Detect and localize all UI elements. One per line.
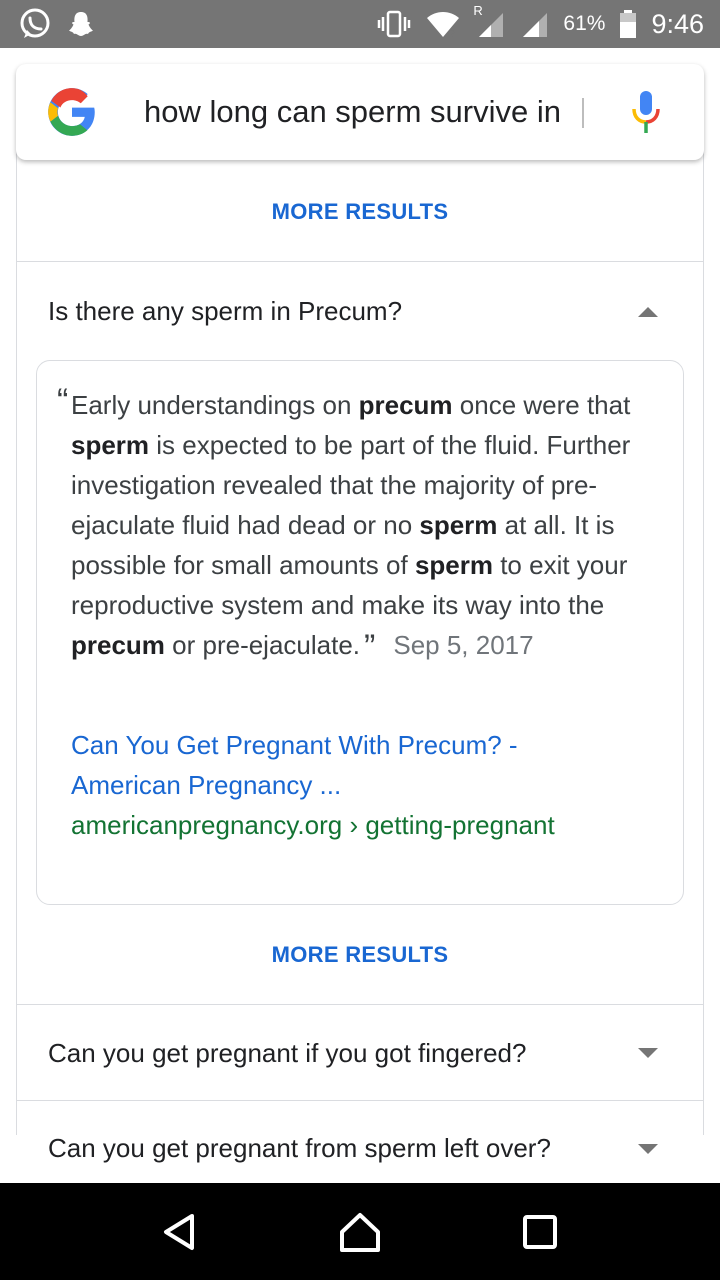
- answer-keyword: sperm: [419, 510, 498, 540]
- search-input[interactable]: how long can sperm survive in: [144, 94, 584, 130]
- battery-icon: [619, 9, 637, 39]
- open-quote: “: [57, 382, 69, 420]
- back-icon[interactable]: [150, 1202, 210, 1262]
- faq-question-text: Can you get pregnant from sperm left ove…: [48, 1133, 551, 1163]
- answer-text: or pre-ejaculate.: [164, 630, 361, 660]
- signal-icon: [519, 9, 549, 39]
- answer-date: Sep 5, 2017: [393, 630, 534, 660]
- signal-roaming-icon: R: [473, 3, 505, 39]
- more-results-button[interactable]: MORE RESULTS: [16, 905, 704, 1005]
- faq-question-text: Is there any sperm in Precum?: [48, 296, 403, 326]
- battery-percent: 61%: [563, 12, 606, 35]
- roaming-indicator: R: [473, 3, 483, 18]
- answer-body: Early understandings on precum once were…: [71, 390, 630, 660]
- answer-keyword: precum: [358, 390, 453, 420]
- answer-quote: “ Early understandings on precum once we…: [57, 382, 651, 667]
- collapse-arrow-icon[interactable]: [638, 306, 658, 317]
- answer-keyword: sperm: [71, 430, 150, 460]
- status-right-icons: ? R 61% 9:46: [377, 3, 704, 40]
- faq-question-text: Can you get pregnant if you got fingered…: [48, 1037, 527, 1068]
- whatsapp-icon: [18, 7, 52, 41]
- source-title-line1[interactable]: Can You Get Pregnant With Precum? -: [71, 725, 651, 765]
- search-bar[interactable]: how long can sperm survive in: [16, 64, 704, 160]
- expand-arrow-icon[interactable]: [638, 1048, 658, 1058]
- faq-question-collapsed[interactable]: Can you get pregnant if you got fingered…: [16, 1006, 704, 1101]
- more-results-button[interactable]: MORE RESULTS: [16, 162, 704, 262]
- source-url[interactable]: americanpregnancy.org › getting-pregnant: [71, 805, 651, 845]
- expand-arrow-icon[interactable]: [638, 1143, 658, 1154]
- status-bar: ? R 61% 9:46: [0, 0, 720, 48]
- clock: 9:46: [651, 8, 704, 39]
- source-title-line2[interactable]: American Pregnancy ...: [71, 765, 651, 805]
- source-link[interactable]: Can You Get Pregnant With Precum? - Amer…: [71, 725, 651, 805]
- faq-question-collapsed[interactable]: Can you get pregnant from sperm left ove…: [16, 1101, 704, 1196]
- status-left-icons: [18, 7, 96, 41]
- wifi-icon: ?: [425, 9, 461, 39]
- microphone-icon[interactable]: [630, 89, 662, 135]
- answer-text: Early understandings on: [71, 390, 359, 420]
- home-icon[interactable]: [330, 1202, 390, 1262]
- snapchat-icon: [66, 9, 96, 39]
- navigation-bar: [0, 1183, 720, 1280]
- answer-keyword: sperm: [414, 550, 493, 580]
- faq-question-expanded[interactable]: Is there any sperm in Precum?: [16, 264, 704, 359]
- answer-text: once were that: [452, 390, 631, 420]
- close-quote: ”: [364, 628, 376, 666]
- recents-icon[interactable]: [510, 1202, 570, 1262]
- answer-keyword: precum: [71, 630, 165, 660]
- svg-text:?: ?: [449, 29, 455, 39]
- google-logo-icon[interactable]: [46, 86, 98, 138]
- vibrate-icon: [377, 9, 411, 39]
- answer-card: “ Early understandings on precum once we…: [36, 360, 684, 905]
